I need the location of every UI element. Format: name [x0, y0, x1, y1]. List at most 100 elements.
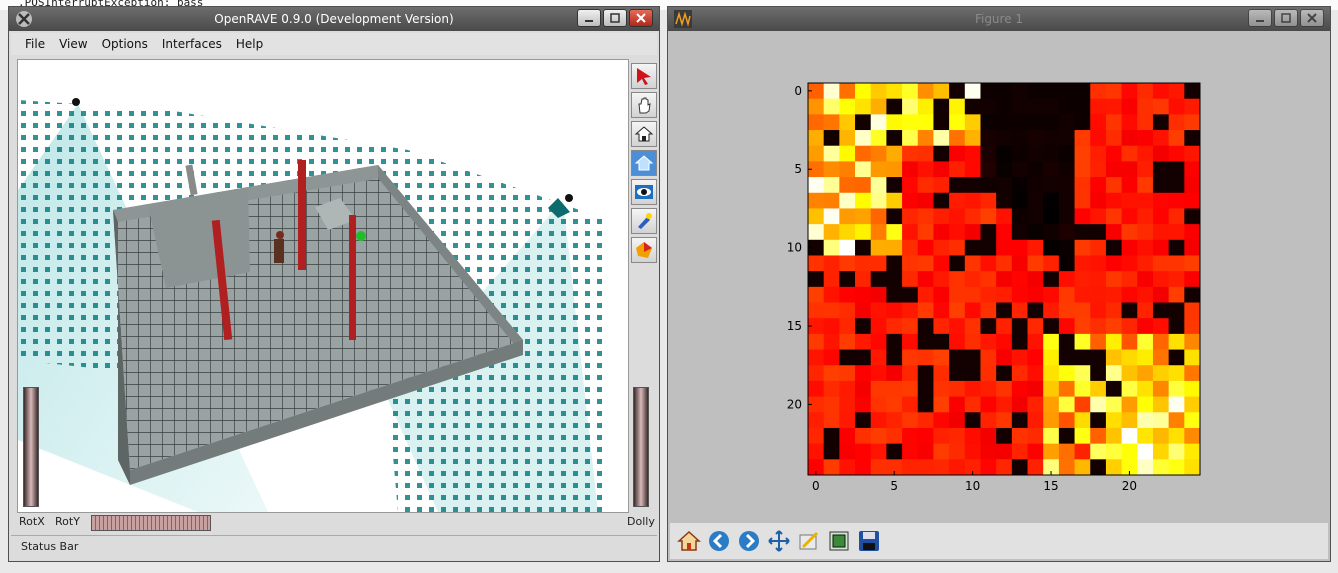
save-button[interactable] [856, 528, 882, 554]
heatmap-cell [870, 459, 887, 476]
maximize-button[interactable] [1274, 9, 1298, 27]
y-tick-label: 15 [787, 319, 802, 333]
heatmap-cell [1105, 412, 1123, 429]
heatmap-cell [1184, 271, 1201, 288]
view-all-button[interactable] [631, 179, 657, 205]
heatmap-cell [996, 177, 1013, 194]
heatmap-cell [933, 161, 950, 178]
x-tick-label: 0 [812, 479, 820, 493]
heatmap-cell [886, 145, 903, 162]
heatmap-cell [870, 239, 887, 256]
plot-canvas[interactable]: 0 5 10 15 20 0 5 10 15 20 [678, 37, 1318, 517]
close-button[interactable] [1300, 9, 1324, 27]
heatmap-cell [886, 98, 903, 115]
dolly-wheel[interactable] [633, 387, 649, 507]
heatmap-cell [980, 365, 997, 382]
minimize-button[interactable] [1248, 9, 1272, 27]
heatmap-cell [870, 83, 887, 100]
app-icon[interactable] [15, 10, 33, 28]
heatmap-cell [996, 349, 1013, 366]
heatmap-cell [933, 114, 950, 131]
heatmap-cell [980, 208, 997, 225]
menu-help[interactable]: Help [236, 37, 263, 51]
zoom-button[interactable] [796, 528, 822, 554]
heatmap-cell [1121, 380, 1138, 398]
heatmap-cell [1121, 412, 1138, 429]
heatmap-cell [1152, 302, 1170, 319]
heatmap-cell [1043, 271, 1060, 288]
menu-interfaces[interactable]: Interfaces [162, 37, 222, 51]
heatmap-cell [1168, 318, 1185, 335]
heatmap-cell [964, 192, 981, 209]
heatmap-cell [1074, 333, 1091, 351]
heatmap-cell [1011, 83, 1029, 100]
heatmap-cell [1011, 177, 1029, 194]
menu-file[interactable]: File [25, 37, 45, 51]
heatmap-cell [1152, 83, 1170, 100]
heatmap-cell [1168, 365, 1185, 382]
menu-view[interactable]: View [59, 37, 87, 51]
headlight-button[interactable] [631, 208, 657, 234]
perspective-button[interactable] [631, 237, 657, 263]
zoom-icon [799, 531, 819, 550]
heatmap-cell [823, 443, 840, 460]
heatmap-cell [980, 130, 997, 147]
home-view-button[interactable] [631, 121, 657, 147]
select-tool-button[interactable] [631, 63, 657, 89]
heatmap-cell [949, 98, 966, 115]
heatmap-cell [949, 333, 966, 351]
heatmap-cell [1043, 380, 1060, 398]
home-button[interactable] [676, 528, 702, 554]
heatmap-cell [870, 427, 887, 445]
heatmap-cell [1121, 302, 1138, 319]
rotx-wheel[interactable] [23, 387, 39, 507]
title-bar[interactable]: Figure 1 [668, 7, 1330, 31]
heatmap-cell [980, 412, 997, 429]
subplots-button[interactable] [826, 528, 852, 554]
pan-button[interactable] [766, 528, 792, 554]
heatmap-cell [902, 286, 919, 304]
3d-viewport[interactable] [17, 59, 629, 513]
minimize-button[interactable] [577, 9, 601, 27]
heatmap-cell [823, 98, 840, 115]
menu-options[interactable]: Options [102, 37, 148, 51]
heatmap-cell [1011, 98, 1029, 115]
heatmap-cell [1137, 114, 1154, 131]
forward-icon [739, 531, 759, 551]
matplotlib-icon[interactable] [674, 10, 692, 28]
heatmap-cell [886, 427, 903, 445]
heatmap-cell [949, 130, 966, 147]
heatmap-cell [964, 239, 981, 256]
menu-bar: File View Options Interfaces Help [11, 33, 657, 55]
subplots-icon [829, 531, 849, 551]
heatmap-cell [917, 459, 934, 476]
forward-button[interactable] [736, 528, 762, 554]
roty-wheel[interactable] [91, 515, 211, 531]
heatmap-cell [1090, 459, 1107, 476]
heatmap-cell [933, 380, 950, 398]
y-tick-label: 0 [794, 84, 802, 98]
maximize-button[interactable] [603, 9, 627, 27]
heatmap-cell [933, 349, 950, 366]
heatmap-cell [1184, 145, 1201, 162]
heatmap-cell [1105, 177, 1123, 194]
title-bar[interactable]: OpenRAVE 0.9.0 (Development Version) [9, 7, 659, 31]
heatmap-cell [980, 271, 997, 288]
back-button[interactable] [706, 528, 732, 554]
heatmap-cell [949, 443, 966, 460]
y-tick-label: 20 [787, 397, 802, 411]
heatmap-cell [1058, 380, 1076, 398]
heatmap-cell [933, 318, 950, 335]
heatmap-cell [870, 380, 887, 398]
heatmap-cell [886, 114, 903, 131]
heatmap-chart: 0 5 10 15 20 0 5 10 15 20 [787, 82, 1201, 493]
heatmap-cell [917, 380, 934, 398]
close-button[interactable] [629, 9, 653, 27]
rotx-label: RotX [19, 515, 45, 528]
heatmap-cell [823, 145, 840, 162]
pan-tool-button[interactable] [631, 92, 657, 118]
seek-view-button[interactable] [631, 150, 657, 176]
heatmap-cell [1152, 98, 1170, 115]
heatmap-cell [839, 239, 856, 256]
heatmap-cell [1090, 427, 1107, 445]
